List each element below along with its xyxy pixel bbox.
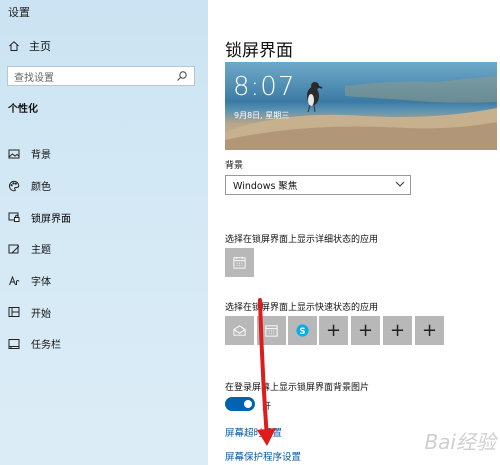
font-icon [8,275,20,287]
signin-bg-toggle-state: 开 [262,402,272,412]
preview-date: 9月8日, 星期三 [234,111,290,120]
quick-status-add-slot-2[interactable]: + [351,316,380,345]
home-icon [8,40,20,52]
sidebar-item-fonts[interactable]: 字体 [0,265,208,297]
toggle-knob [244,400,252,408]
quick-status-app-calendar[interactable] [257,316,286,345]
lock-screen-icon [8,211,20,223]
screen-timeout-link[interactable]: 屏幕超时设置 [225,425,282,439]
background-dropdown-value: Windows 聚焦 [233,181,298,192]
calendar-icon [265,325,278,337]
sidebar-item-taskbar[interactable]: 任务栏 [0,328,208,360]
sidebar-item-start[interactable]: 开始 [0,296,208,328]
sidebar-item-label: 主题 [31,245,51,257]
plus-icon: + [421,319,438,341]
sidebar-item-label: 任务栏 [31,340,61,352]
quick-status-app-skype[interactable]: S [288,316,317,345]
search-box[interactable]: 查找设置 [7,66,195,86]
settings-sidebar: 设置 主页 查找设置 个性化 背景 颜色 锁屏界面 主题 字体 开始 任务栏 [0,0,208,465]
sidebar-item-colors[interactable]: 颜色 [0,170,208,202]
section-heading: 个性化 [8,104,38,115]
svg-text:S: S [299,326,305,336]
preview-clock: 8:07 [233,72,296,102]
screensaver-settings-link[interactable]: 屏幕保护程序设置 [225,449,301,463]
calendar-icon [233,256,246,269]
window-title: 设置 [8,6,30,19]
mail-icon [233,325,246,336]
search-icon[interactable] [176,70,188,82]
background-label: 背景 [225,161,244,171]
home-label: 主页 [29,40,51,53]
watermark: Bai经验 [424,430,496,454]
image-icon [8,148,20,160]
sidebar-nav: 背景 颜色 锁屏界面 主题 字体 开始 任务栏 [0,138,208,360]
quick-status-label: 选择在锁屏界面上显示快速状态的应用 [225,303,379,313]
sidebar-item-label: 颜色 [31,182,51,194]
sidebar-item-label: 锁屏界面 [31,213,71,225]
detailed-status-app-calendar[interactable] [225,248,254,277]
sidebar-item-label: 背景 [31,150,51,162]
page-title: 锁屏界面 [225,41,293,61]
sidebar-item-label: 开始 [31,308,51,320]
background-dropdown[interactable]: Windows 聚焦 [225,175,411,195]
signin-bg-label: 在登录屏幕上显示锁屏界面背景图片 [225,383,370,393]
chevron-down-icon [390,180,410,190]
start-grid-icon [8,306,20,318]
quick-status-add-slot-4[interactable]: + [415,316,444,345]
taskbar-icon [8,338,20,350]
sidebar-item-background[interactable]: 背景 [0,138,208,170]
plus-icon: + [389,319,406,341]
palette-icon [8,180,20,192]
quick-status-add-slot-1[interactable]: + [319,316,348,345]
quick-status-add-slot-3[interactable]: + [383,316,412,345]
search-input[interactable]: 查找设置 [14,69,176,84]
sidebar-item-lock-screen[interactable]: 锁屏界面 [0,201,208,233]
brush-icon [8,243,20,255]
lock-screen-preview: 8:07 9月8日, 星期三 [225,62,497,150]
detailed-status-label: 选择在锁屏界面上显示详细状态的应用 [225,235,379,245]
sidebar-item-label: 字体 [31,277,51,289]
signin-bg-toggle[interactable] [225,397,255,411]
home-nav-item[interactable]: 主页 [8,38,51,54]
plus-icon: + [357,319,374,341]
sidebar-item-themes[interactable]: 主题 [0,233,208,265]
quick-status-app-mail[interactable] [225,316,254,345]
plus-icon: + [325,319,342,341]
skype-icon: S [296,324,309,337]
